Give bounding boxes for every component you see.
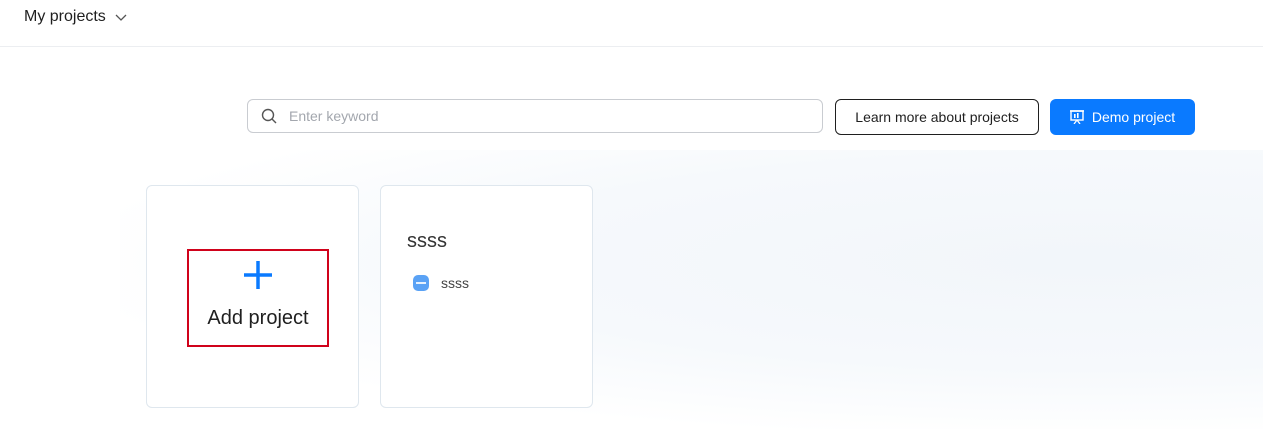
project-switcher-label: My projects	[24, 8, 106, 25]
project-title: ssss	[407, 230, 447, 252]
learn-more-button[interactable]: Learn more about projects	[835, 99, 1039, 135]
top-bar: My projects	[0, 0, 1263, 47]
search-input[interactable]	[287, 101, 822, 131]
project-meta-row: ssss	[413, 275, 469, 291]
demo-project-label: Demo project	[1091, 109, 1176, 125]
project-switcher[interactable]: My projects	[24, 6, 128, 28]
search-icon	[261, 108, 277, 124]
learn-more-label: Learn more about projects	[855, 109, 1019, 125]
plus-icon	[242, 259, 274, 291]
add-project-card[interactable]: Add project	[146, 185, 359, 408]
project-icon	[413, 275, 429, 291]
project-card[interactable]: ssss ssss	[380, 185, 593, 408]
project-subtitle: ssss	[441, 275, 469, 291]
add-project-label: Add project	[207, 307, 309, 329]
add-project-button[interactable]: Add project	[187, 249, 329, 347]
presentation-icon	[1069, 110, 1084, 125]
demo-project-button[interactable]: Demo project	[1050, 99, 1195, 135]
chevron-down-icon	[114, 10, 128, 24]
search-box	[247, 99, 823, 133]
